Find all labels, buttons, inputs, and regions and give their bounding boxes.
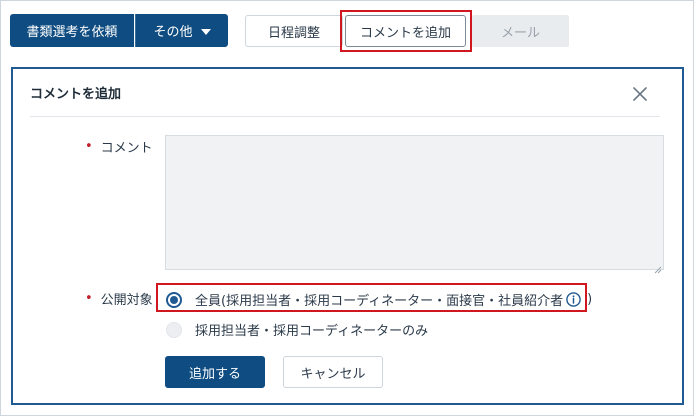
other-dropdown-button[interactable]: その他 [135, 14, 228, 47]
comment-textarea[interactable] [165, 135, 664, 270]
visibility-option-all-suffix: ) [587, 292, 593, 307]
radio-button-checked[interactable] [166, 291, 182, 308]
cancel-button[interactable]: キャンセル [283, 356, 383, 388]
visibility-option-all[interactable]: 全員(採用担当者・採用コーディネーター・面接官・社員紹介者 ) [166, 290, 592, 309]
required-marker: • [85, 139, 93, 154]
visibility-option-all-label: 全員(採用担当者・採用コーディネーター・面接官・社員紹介者 [195, 294, 564, 309]
info-icon[interactable] [566, 292, 581, 307]
comment-label-text: コメント [100, 141, 153, 156]
close-icon[interactable] [629, 83, 651, 105]
schedule-button[interactable]: 日程調整 [245, 15, 343, 47]
caret-down-icon [200, 28, 211, 35]
other-label: その他 [153, 25, 193, 40]
dialog-divider [30, 116, 660, 117]
visibility-option-limited[interactable]: 採用担当者・採用コーディネーターのみ [166, 320, 428, 339]
submit-add-label: 追加する [188, 366, 241, 382]
mail-button[interactable]: メール [472, 15, 569, 47]
visibility-label-text: 公開対象 [100, 293, 153, 308]
cancel-label: キャンセル [300, 366, 366, 382]
mail-label: メール [500, 25, 540, 41]
page-frame: 書類選考を依頼 その他 日程調整 コメントを追加 メール コメントを追加 • コ… [0, 0, 694, 416]
visibility-option-limited-label: 採用担当者・採用コーディネーターのみ [195, 324, 429, 339]
dialog-title: コメントを追加 [30, 87, 122, 102]
request-screening-label: 書類選考を依頼 [26, 25, 118, 40]
resize-handle-icon[interactable] [653, 259, 662, 274]
required-marker: • [85, 291, 93, 306]
visibility-field-label: • 公開対象 [85, 289, 153, 308]
add-comment-label: コメントを追加 [359, 25, 451, 41]
schedule-label: 日程調整 [267, 25, 320, 41]
comment-field-label: • コメント [85, 137, 153, 156]
add-comment-button[interactable]: コメントを追加 [345, 15, 466, 47]
submit-add-button[interactable]: 追加する [165, 356, 265, 388]
radio-button-unchecked[interactable] [166, 321, 182, 338]
add-comment-dialog: コメントを追加 • コメント • 公開対象 全員(採用担当者・採用コーディネータ… [11, 67, 684, 405]
request-screening-button[interactable]: 書類選考を依頼 [10, 14, 134, 47]
